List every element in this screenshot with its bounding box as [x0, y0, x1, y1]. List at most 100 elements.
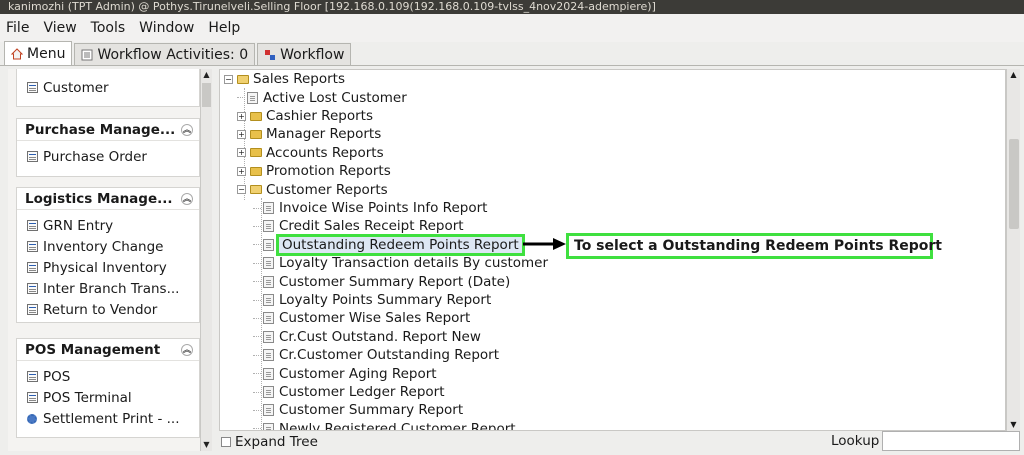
tab-menu-label: Menu — [27, 45, 66, 62]
menu-item-settlement-print[interactable]: Settlement Print - ... — [17, 408, 199, 429]
collapse-icon[interactable]: ︽ — [181, 343, 193, 356]
tree-node[interactable]: Customer Summary Report (Date) — [253, 272, 510, 291]
tree-node[interactable]: Active Lost Customer — [237, 88, 407, 107]
report-icon — [263, 238, 274, 251]
section-purchase: Purchase Manage... ︽ Purchase Order — [16, 118, 200, 177]
report-icon — [263, 349, 274, 362]
tree-node[interactable]: Credit Sales Receipt Report — [253, 217, 464, 236]
tab-menu[interactable]: Menu — [4, 41, 73, 65]
menu-item-physical-inventory[interactable]: Physical Inventory — [17, 257, 199, 278]
folder-icon — [250, 166, 262, 176]
window-icon — [27, 220, 38, 231]
list-icon — [81, 49, 93, 61]
tree-node[interactable]: Customer Wise Sales Report — [253, 309, 470, 328]
menu-item-grn-entry[interactable]: GRN Entry — [17, 215, 199, 236]
annotation-arrow — [523, 238, 566, 250]
tab-workflow-activities[interactable]: Workflow Activities: 0 — [74, 43, 256, 65]
expand-toggle-icon[interactable]: + — [237, 148, 246, 158]
tree-node[interactable]: Customer Aging Report — [253, 364, 437, 383]
tree-node[interactable]: Outstanding Redeem Points Report — [253, 233, 525, 256]
section-pos: POS Management ︽ POS POS Terminal Settle… — [16, 338, 200, 438]
tree-node-label: Outstanding Redeem Points Report — [276, 233, 525, 256]
tree-node[interactable]: Loyalty Transaction details By customer — [253, 254, 548, 273]
section-logistics: Logistics Manage... ︽ GRN Entry Inventor… — [16, 187, 200, 323]
menu-file[interactable]: File — [6, 20, 29, 36]
tree-connector — [253, 244, 261, 246]
menu-item-customer[interactable]: Customer — [17, 77, 199, 98]
menu-tools[interactable]: Tools — [91, 20, 126, 36]
collapse-icon[interactable]: ︽ — [181, 192, 193, 205]
scroll-down-icon[interactable]: ▼ — [201, 439, 212, 451]
tree-node[interactable]: Customer Ledger Report — [253, 383, 445, 402]
expand-toggle-icon[interactable]: + — [237, 129, 246, 139]
menu-item-inter-branch[interactable]: Inter Branch Trans... — [17, 278, 199, 299]
collapse-toggle-icon[interactable]: − — [237, 185, 246, 195]
window-icon — [27, 392, 38, 403]
tree-node[interactable]: Cr.Customer Outstanding Report — [253, 346, 499, 365]
menu-view[interactable]: View — [43, 20, 76, 36]
tree-node[interactable]: Customer Summary Report — [253, 401, 463, 420]
lookup-input[interactable] — [882, 431, 1020, 451]
tree-connector — [253, 409, 261, 411]
section-header[interactable]: POS Management ︽ — [17, 339, 199, 361]
tree-scrollbar[interactable]: ▲ ▼ — [1006, 69, 1020, 431]
workflow-icon — [264, 49, 276, 61]
tab-bar: Menu Workflow Activities: 0 Workflow — [0, 41, 1024, 66]
expand-toggle-icon[interactable]: + — [237, 111, 246, 121]
report-icon — [263, 404, 274, 417]
tree-connector — [253, 299, 261, 301]
tree-node[interactable]: + Promotion Reports — [237, 162, 391, 181]
tree-node[interactable]: + Manager Reports — [237, 125, 381, 144]
window-icon — [27, 262, 38, 273]
tree-node-label: Customer Aging Report — [279, 365, 437, 382]
folder-icon — [250, 129, 262, 139]
menu-item-purchase-order[interactable]: Purchase Order — [17, 146, 199, 167]
tree-node[interactable]: Cr.Cust Outstand. Report New — [253, 328, 481, 347]
tree-node-label: Cashier Reports — [266, 108, 373, 125]
menu-item-inventory-change[interactable]: Inventory Change — [17, 236, 199, 257]
expand-toggle-icon[interactable]: + — [237, 166, 246, 176]
menu-item-pos[interactable]: POS — [17, 366, 199, 387]
report-icon — [263, 422, 274, 430]
collapse-toggle-icon[interactable]: − — [224, 74, 233, 84]
scroll-up-icon[interactable]: ▲ — [201, 69, 212, 81]
tree-node[interactable]: Newly Registered Customer Report — [253, 420, 516, 431]
tree-node[interactable]: Invoice Wise Points Info Report — [253, 199, 487, 218]
tree-node-label: Customer Summary Report — [279, 402, 464, 419]
report-icon — [247, 91, 258, 104]
left-scrollbar[interactable]: ▲ ▼ — [200, 69, 212, 451]
window-icon — [27, 304, 38, 315]
tab-workflow[interactable]: Workflow — [257, 43, 352, 65]
tree-connector — [253, 428, 261, 430]
section-header[interactable]: Purchase Manage... ︽ — [17, 119, 199, 141]
tree-connector — [237, 97, 245, 99]
scroll-down-icon[interactable]: ▼ — [1007, 419, 1020, 431]
scroll-up-icon[interactable]: ▲ — [1007, 69, 1020, 81]
report-icon — [263, 220, 274, 233]
menu-help[interactable]: Help — [208, 20, 240, 36]
scroll-thumb[interactable] — [202, 83, 211, 107]
tree-node-sales-reports[interactable]: − Sales Reports — [224, 70, 345, 89]
tree-node-label: Newly Registered Customer Report — [279, 420, 516, 431]
tree-node-label: Loyalty Transaction details By customer — [279, 255, 549, 272]
tree-node[interactable]: + Cashier Reports — [237, 107, 373, 126]
menu-window[interactable]: Window — [139, 20, 194, 36]
tree-node[interactable]: − Customer Reports — [237, 180, 388, 199]
report-icon — [263, 275, 274, 288]
window-icon — [27, 241, 38, 252]
section-header[interactable]: Logistics Manage... ︽ — [17, 188, 199, 210]
report-icon — [263, 294, 274, 307]
tree-node-label: Customer Summary Report (Date) — [279, 273, 511, 290]
menu-item-return-to-vendor[interactable]: Return to Vendor — [17, 299, 199, 320]
tree-node[interactable]: Loyalty Points Summary Report — [253, 291, 491, 310]
tree-node-label: Cr.Customer Outstanding Report — [279, 347, 500, 364]
menu-item-pos-terminal[interactable]: POS Terminal — [17, 387, 199, 408]
collapse-icon[interactable]: ︽ — [181, 123, 193, 136]
expand-tree-checkbox[interactable] — [221, 437, 231, 447]
window-icon — [27, 371, 38, 382]
scroll-thumb[interactable] — [1009, 139, 1019, 229]
tree-connector — [253, 281, 261, 283]
tree-node[interactable]: + Accounts Reports — [237, 144, 384, 163]
report-icon — [263, 386, 274, 399]
expand-tree-label[interactable]: Expand Tree — [235, 434, 318, 450]
